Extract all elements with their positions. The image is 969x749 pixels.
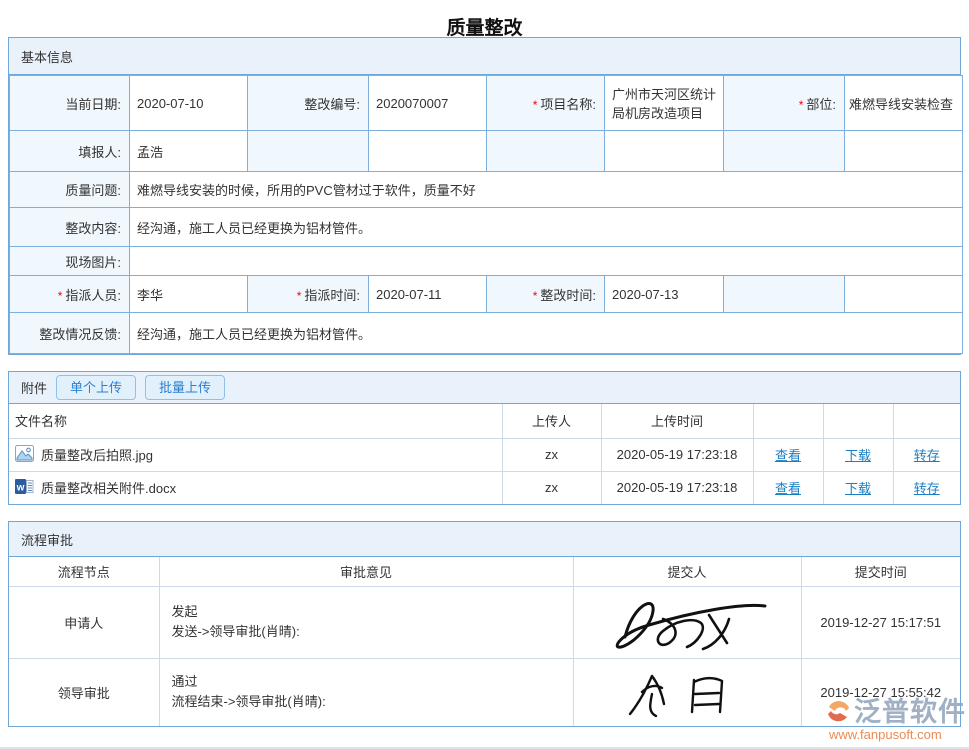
field-value-photo — [130, 247, 963, 276]
attachment-upload-time: 2020-05-19 17:23:18 — [601, 471, 753, 504]
svg-text:w: w — [16, 482, 25, 493]
field-label-content: 整改内容: — [10, 208, 130, 247]
submitter-signature-menghao — [580, 591, 795, 653]
field-label-current-date: 当前日期: — [10, 76, 130, 131]
field-label-project: *项目名称: — [487, 76, 605, 131]
basic-info-table: 当前日期: 2020-07-10 整改编号: 2020070007 *项目名称:… — [9, 75, 963, 354]
col-header-flow-node: 流程节点 — [9, 557, 159, 586]
image-file-icon — [15, 445, 34, 465]
field-value-content: 经沟通，施工人员已经更换为铝材管件。 — [130, 208, 963, 247]
vendor-url-text: www.fanpusoft.com — [825, 728, 942, 741]
field-value-reporter: 孟浩 — [130, 131, 248, 172]
empty-label-cell — [724, 131, 845, 172]
attachments-header: 附件 单个上传 批量上传 — [9, 372, 960, 404]
empty-label-cell — [487, 131, 605, 172]
download-link[interactable]: 下载 — [845, 448, 871, 463]
col-header-empty — [753, 404, 823, 438]
field-value-assignee: 李华 — [130, 276, 248, 313]
attachment-uploader: zx — [502, 471, 601, 504]
attachment-file-name[interactable]: 质量整改后拍照.jpg — [41, 445, 153, 464]
empty-value-cell — [605, 131, 724, 172]
col-header-submit-time: 提交时间 — [801, 557, 960, 586]
field-value-feedback: 经沟通，施工人员已经更换为铝材管件。 — [130, 313, 963, 354]
opinion-line: 流程结束->领导审批(肖晴): — [172, 692, 567, 712]
approval-row: 领导审批 通过 流程结束->领导审批(肖晴): 2019-12-27 15:55… — [9, 658, 960, 726]
page-title: 质量整改 — [0, 0, 969, 37]
opinion-line: 通过 — [172, 672, 567, 692]
field-label-feedback: 整改情况反馈: — [10, 313, 130, 354]
submitter-signature-xiaoqing — [580, 664, 795, 720]
transfer-link[interactable]: 转存 — [914, 448, 940, 463]
col-header-file-name: 文件名称 — [9, 404, 502, 438]
required-marker: * — [533, 289, 538, 303]
field-value-rectify-time: 2020-07-13 — [605, 276, 724, 313]
approval-row: 申请人 发起 发送->领导审批(肖晴): 2019-12-27 15:17:51 — [9, 586, 960, 658]
approval-panel: 流程审批 流程节点 审批意见 提交人 提交时间 申请人 发起 发送->领导审批(… — [8, 521, 961, 727]
required-marker: * — [799, 98, 804, 112]
empty-value-cell — [369, 131, 487, 172]
attachment-row: 质量整改后拍照.jpg zx 2020-05-19 17:23:18 查看 下载… — [9, 438, 960, 471]
attachment-uploader: zx — [502, 438, 601, 471]
field-label-part: *部位: — [724, 76, 845, 131]
submit-time: 2019-12-27 15:17:51 — [801, 586, 960, 658]
flow-node: 申请人 — [9, 586, 159, 658]
attachments-panel: 附件 单个上传 批量上传 文件名称 上传人 上传时间 质量整改后拍照.jpg — [8, 371, 961, 505]
download-link[interactable]: 下载 — [845, 481, 871, 496]
attachment-row: w 质量整改相关附件.docx zx 2020-05-19 17:23:18 查… — [9, 471, 960, 504]
col-header-upload-time: 上传时间 — [601, 404, 753, 438]
approval-title: 流程审批 — [21, 530, 73, 549]
field-label-rectify-time: *整改时间: — [487, 276, 605, 313]
basic-info-header: 基本信息 — [9, 38, 960, 75]
submit-time: 2019-12-27 15:55:42 — [801, 658, 960, 726]
attachment-upload-time: 2020-05-19 17:23:18 — [601, 438, 753, 471]
col-header-submitter: 提交人 — [573, 557, 801, 586]
opinion-line: 发起 — [172, 602, 567, 622]
empty-value-cell — [845, 131, 963, 172]
empty-value-cell — [845, 276, 963, 313]
field-label-photo: 现场图片: — [10, 247, 130, 276]
attachments-title: 附件 — [21, 378, 47, 397]
field-value-code: 2020070007 — [369, 76, 487, 131]
col-header-empty — [893, 404, 960, 438]
field-label-code: 整改编号: — [248, 76, 369, 131]
field-label-problem: 质量问题: — [10, 172, 130, 208]
transfer-link[interactable]: 转存 — [914, 481, 940, 496]
col-header-uploader: 上传人 — [502, 404, 601, 438]
approval-table: 流程节点 审批意见 提交人 提交时间 申请人 发起 发送->领导审批(肖晴): — [9, 557, 960, 726]
field-label-assignee: *指派人员: — [10, 276, 130, 313]
empty-label-cell — [248, 131, 369, 172]
required-marker: * — [58, 289, 63, 303]
single-upload-button[interactable]: 单个上传 — [56, 375, 136, 400]
attachment-file-name[interactable]: 质量整改相关附件.docx — [41, 478, 176, 497]
flow-node: 领导审批 — [9, 658, 159, 726]
field-label-assign-time: *指派时间: — [248, 276, 369, 313]
attachments-table: 文件名称 上传人 上传时间 质量整改后拍照.jpg zx 2020-05-19 … — [9, 404, 960, 504]
word-file-icon: w — [15, 478, 34, 498]
empty-label-cell — [724, 276, 845, 313]
required-marker: * — [297, 289, 302, 303]
approval-header: 流程审批 — [9, 522, 960, 557]
field-value-current-date: 2020-07-10 — [130, 76, 248, 131]
field-label-reporter: 填报人: — [10, 131, 130, 172]
col-header-opinion: 审批意见 — [159, 557, 573, 586]
basic-info-panel: 基本信息 当前日期: 2020-07-10 整改编号: 2020070007 *… — [8, 37, 961, 355]
opinion-line: 发送->领导审批(肖晴): — [172, 622, 567, 642]
col-header-empty — [823, 404, 893, 438]
field-value-problem: 难燃导线安装的时候，所用的PVC管材过于软件，质量不好 — [130, 172, 963, 208]
view-link[interactable]: 查看 — [775, 448, 801, 463]
field-value-part: 难燃导线安装检查 — [845, 76, 963, 131]
view-link[interactable]: 查看 — [775, 481, 801, 496]
required-marker: * — [533, 98, 538, 112]
field-value-assign-time: 2020-07-11 — [369, 276, 487, 313]
basic-info-title: 基本信息 — [21, 47, 73, 66]
field-value-project: 广州市天河区统计局机房改造项目 — [605, 76, 724, 131]
batch-upload-button[interactable]: 批量上传 — [145, 375, 225, 400]
